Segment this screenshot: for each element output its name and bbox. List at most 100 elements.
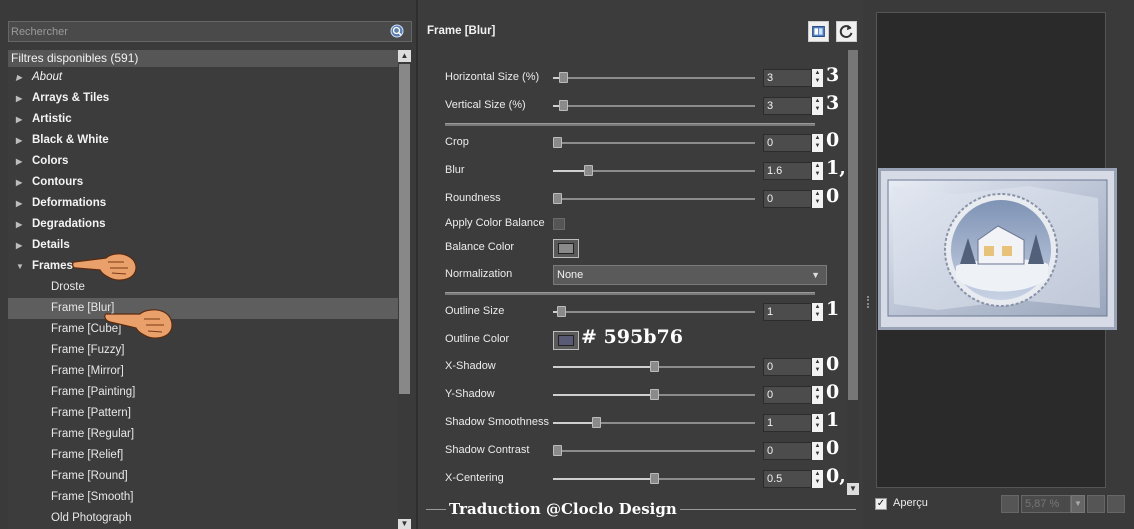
tree-category-artistic[interactable]: ▶ Artistic	[8, 109, 398, 130]
param-balance-color: Balance Color	[445, 237, 865, 259]
scroll-down-icon[interactable]: ▼	[398, 519, 411, 529]
tree-item-frame-painting[interactable]: Frame [Painting]	[8, 382, 398, 403]
scroll-up-icon[interactable]: ▲	[398, 50, 411, 62]
outline-size-value[interactable]: 1	[763, 303, 812, 321]
parameters-scrollbar[interactable]: ▼	[847, 50, 859, 495]
expand-arrow-icon[interactable]: ▶	[16, 67, 26, 88]
roundness-slider[interactable]	[553, 193, 755, 204]
y-shadow-value[interactable]: 0	[763, 386, 812, 404]
tree-category-degradations[interactable]: ▶ Degradations	[8, 214, 398, 235]
scroll-thumb[interactable]	[848, 50, 858, 400]
spinner-arrows-icon[interactable]: ▲ ▼	[812, 414, 823, 432]
horizontal-size-slider[interactable]	[553, 72, 755, 83]
slider-knob[interactable]	[559, 72, 568, 83]
tree-item-old-photograph[interactable]: Old Photograph	[8, 508, 398, 529]
scroll-down-icon[interactable]: ▼	[847, 483, 859, 495]
tree-category-deformations[interactable]: ▶ Deformations	[8, 193, 398, 214]
expand-arrow-icon[interactable]: ▶	[16, 130, 26, 151]
spinner-arrows-icon[interactable]: ▲ ▼	[812, 134, 823, 152]
apply-color-balance-checkbox[interactable]	[553, 218, 565, 230]
tree-category-black-white[interactable]: ▶ Black & White	[8, 130, 398, 151]
outline-color-swatch[interactable]	[553, 331, 579, 350]
tree-item-frame-mirror[interactable]: Frame [Mirror]	[8, 361, 398, 382]
expand-arrow-icon[interactable]: ▶	[16, 88, 26, 109]
scroll-thumb[interactable]	[399, 64, 410, 394]
crop-value[interactable]: 0	[763, 134, 812, 152]
slider-knob[interactable]	[553, 193, 562, 204]
shadow-smoothness-slider[interactable]	[553, 417, 755, 428]
spinner-arrows-icon[interactable]: ▲ ▼	[812, 69, 823, 87]
spinner-arrows-icon[interactable]: ▲ ▼	[812, 358, 823, 376]
filter-tree-scrollbar[interactable]: ▲ ▼	[398, 50, 411, 529]
zoom-in-button[interactable]	[1087, 495, 1105, 513]
slider-knob[interactable]	[557, 306, 566, 317]
expand-arrow-icon[interactable]: ▶	[16, 235, 26, 256]
x-shadow-slider[interactable]	[553, 361, 755, 372]
zoom-out-button[interactable]	[1001, 495, 1019, 513]
tree-item-frame-pattern[interactable]: Frame [Pattern]	[8, 403, 398, 424]
tree-item-frame-blur[interactable]: Frame [Blur]	[8, 298, 398, 319]
tree-item-frame-fuzzy[interactable]: Frame [Fuzzy]	[8, 340, 398, 361]
blur-value[interactable]: 1.6	[763, 162, 812, 180]
search-icon[interactable]	[390, 24, 405, 39]
expand-arrow-icon[interactable]: ▶	[16, 172, 26, 193]
spinner-arrows-icon[interactable]: ▲ ▼	[812, 303, 823, 321]
expand-arrow-icon[interactable]: ▶	[16, 109, 26, 130]
tree-item-frame-relief[interactable]: Frame [Relief]	[8, 445, 398, 466]
outline-size-slider[interactable]	[553, 306, 755, 317]
filters-header: Filtres disponibles (591)	[8, 50, 398, 67]
tree-item-frame-smooth[interactable]: Frame [Smooth]	[8, 487, 398, 508]
tree-category-frames[interactable]: ▼ Frames	[8, 256, 398, 277]
vertical-size-slider[interactable]	[553, 100, 755, 111]
expand-arrow-icon[interactable]: ▶	[16, 193, 26, 214]
crop-slider[interactable]	[553, 137, 755, 148]
spinner-arrows-icon[interactable]: ▲ ▼	[812, 190, 823, 208]
roundness-value[interactable]: 0	[763, 190, 812, 208]
tree-category-arrays-tiles[interactable]: ▶ Arrays & Tiles	[8, 88, 398, 109]
slider-knob[interactable]	[559, 100, 568, 111]
splitter-grip-icon[interactable]	[867, 296, 869, 308]
tree-item-frame-regular[interactable]: Frame [Regular]	[8, 424, 398, 445]
slider-knob[interactable]	[650, 473, 659, 484]
tree-item-frame-cube[interactable]: Frame [Cube]	[8, 319, 398, 340]
chevron-down-icon[interactable]: ▼	[1071, 495, 1085, 513]
balance-color-swatch[interactable]	[553, 239, 579, 258]
shadow-contrast-slider[interactable]	[553, 445, 755, 456]
x-shadow-value[interactable]: 0	[763, 358, 812, 376]
expand-arrow-icon[interactable]: ▶	[16, 214, 26, 235]
tree-category-details[interactable]: ▶ Details	[8, 235, 398, 256]
tree-category-about[interactable]: ▶ About	[8, 67, 398, 88]
spinner-arrows-icon[interactable]: ▲ ▼	[812, 162, 823, 180]
spinner-arrows-icon[interactable]: ▲ ▼	[812, 386, 823, 404]
y-shadow-slider[interactable]	[553, 389, 755, 400]
search-input[interactable]	[11, 24, 381, 39]
shadow-contrast-value[interactable]: 0	[763, 442, 812, 460]
x-centering-slider[interactable]	[553, 473, 755, 484]
zoom-value[interactable]: 5,87 %	[1021, 495, 1071, 513]
normalization-dropdown[interactable]: None ▼	[553, 265, 827, 285]
search-box[interactable]	[8, 21, 412, 42]
x-centering-value[interactable]: 0.5	[763, 470, 812, 488]
blur-slider[interactable]	[553, 165, 755, 176]
spinner-arrows-icon[interactable]: ▲ ▼	[812, 97, 823, 115]
zoom-refresh-button[interactable]	[1107, 495, 1125, 513]
slider-knob[interactable]	[650, 361, 659, 372]
spinner-arrows-icon[interactable]: ▲ ▼	[812, 442, 823, 460]
tree-item-frame-round[interactable]: Frame [Round]	[8, 466, 398, 487]
slider-knob[interactable]	[592, 417, 601, 428]
slider-knob[interactable]	[584, 165, 593, 176]
tree-category-colors[interactable]: ▶ Colors	[8, 151, 398, 172]
tree-item-droste[interactable]: Droste	[8, 277, 398, 298]
expand-arrow-icon[interactable]: ▶	[16, 151, 26, 172]
collapse-arrow-icon[interactable]: ▼	[16, 256, 26, 277]
tree-category-contours[interactable]: ▶ Contours	[8, 172, 398, 193]
shadow-smoothness-value[interactable]: 1	[763, 414, 812, 432]
slider-knob[interactable]	[553, 137, 562, 148]
apercu-checkbox[interactable]: ✓	[875, 498, 887, 510]
horizontal-size-value[interactable]: 3	[763, 69, 812, 87]
slider-knob[interactable]	[650, 389, 659, 400]
vertical-size-value[interactable]: 3	[763, 97, 812, 115]
slider-knob[interactable]	[553, 445, 562, 456]
panel-splitter[interactable]	[863, 0, 873, 529]
spinner-arrows-icon[interactable]: ▲ ▼	[812, 470, 823, 488]
